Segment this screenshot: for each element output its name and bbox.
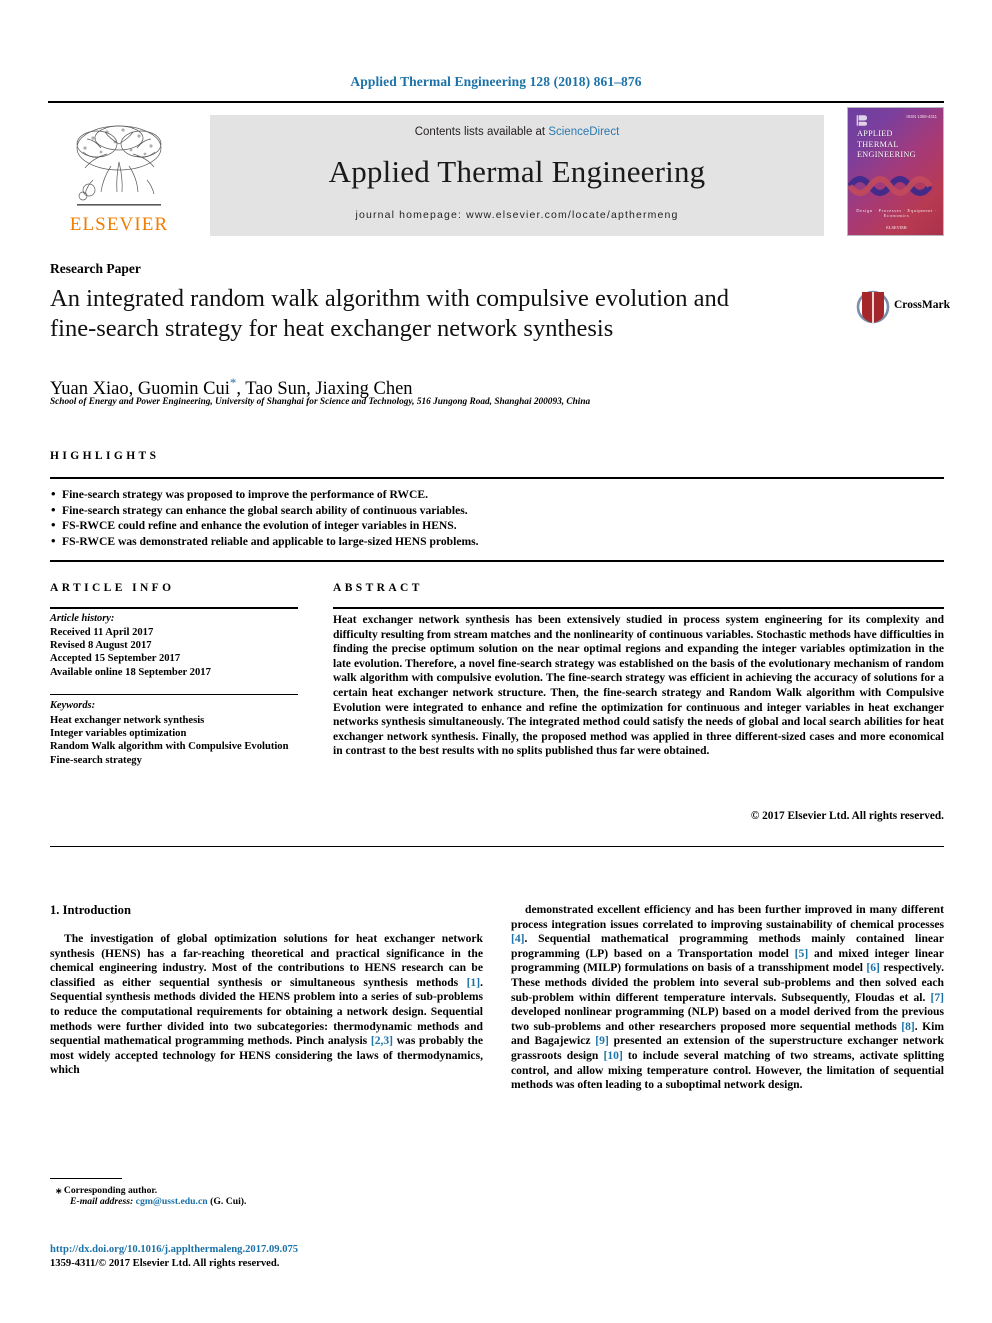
email-link[interactable]: cgm@usst.edu.cn	[136, 1196, 208, 1207]
article-history-list: Received 11 April 2017 Revised 8 August …	[50, 626, 300, 679]
email-owner: (G. Cui).	[210, 1196, 247, 1207]
cover-brand: ELSEVIER	[886, 225, 907, 230]
elsevier-tree-icon	[76, 125, 162, 206]
sciencedirect-link[interactable]: ScienceDirect	[548, 126, 619, 138]
list-item: Fine-search strategy can enhance the glo…	[50, 502, 940, 519]
contents-available-line: Contents lists available at ScienceDirec…	[210, 126, 824, 138]
abstract-text: Heat exchanger network synthesis has bee…	[333, 614, 944, 758]
list-item: Available online 18 September 2017	[50, 666, 211, 678]
body-column-left: The investigation of global optimization…	[50, 932, 483, 1078]
contents-prefix: Contents lists available at	[414, 126, 549, 138]
email-label: E-mail address:	[70, 1196, 134, 1207]
journal-title: Applied Thermal Engineering	[328, 154, 706, 189]
paragraph: demonstrated excellent efficiency and ha…	[511, 903, 944, 1092]
highlights-bottom-rule	[50, 560, 944, 562]
cover-title: APPLIED THERMAL ENGINEERING	[857, 129, 916, 161]
cover-chain-graphic	[848, 176, 933, 196]
highlights-heading: HIGHLIGHTS	[50, 450, 160, 462]
journal-masthead: ELSEVIER Contents lists available at Sci…	[48, 104, 944, 239]
paper-page: Applied Thermal Engineering 128 (2018) 8…	[0, 0, 992, 1323]
footnote-marker: ⁎	[56, 1184, 62, 1196]
cover-elsevier-icon	[856, 115, 868, 126]
list-item: FS-RWCE could refine and enhance the evo…	[50, 517, 940, 534]
cover-tagline: Design · Processes · Equipment · Economi…	[856, 208, 937, 218]
highlights-list: Fine-search strategy was proposed to imp…	[50, 486, 940, 550]
paragraph: The investigation of global optimization…	[50, 932, 483, 1077]
article-history-label: Article history:	[50, 613, 115, 624]
journal-cover-thumbnail[interactable]: ISSN 1359-4311 APPLIED THERMAL ENGINEERI…	[847, 107, 944, 236]
article-info-heading: ARTICLE INFO	[50, 582, 175, 594]
cover-title-line-1: APPLIED	[857, 129, 893, 138]
abstract-bottom-rule	[50, 846, 944, 847]
footnote-corresponding-author: ⁎ Corresponding author.	[56, 1183, 476, 1196]
list-item: Random Walk algorithm with Compulsive Ev…	[50, 741, 289, 753]
list-item: Revised 8 August 2017	[50, 640, 152, 652]
article-info-rule	[50, 607, 298, 609]
list-item: Received 11 April 2017	[50, 627, 154, 638]
journal-homepage-link[interactable]: journal homepage: www.elsevier.com/locat…	[210, 209, 824, 221]
elsevier-wordmark: ELSEVIER	[69, 214, 169, 235]
crossmark-badge[interactable]: CrossMark	[856, 282, 951, 332]
footnote-email: E-mail address: cgm@usst.edu.cn (G. Cui)…	[70, 1196, 500, 1207]
abstract-rule	[333, 607, 944, 609]
list-item: Fine-search strategy	[50, 754, 142, 766]
elsevier-logo[interactable]: ELSEVIER	[60, 110, 178, 234]
paper-type-label: Research Paper	[50, 261, 141, 276]
list-item: Heat exchanger network synthesis	[50, 715, 205, 726]
keywords-list: Heat exchanger network synthesis Integer…	[50, 714, 300, 767]
list-item: Accepted 15 September 2017	[50, 653, 181, 665]
section-title-introduction: 1. Introduction	[50, 903, 131, 917]
footnote-text: Corresponding author.	[63, 1185, 158, 1196]
highlights-rule	[50, 477, 944, 479]
masthead-top-rule	[48, 101, 944, 103]
list-item: FS-RWCE was demonstrated reliable and ap…	[50, 533, 940, 550]
issn-copyright-line: 1359-4311/© 2017 Elsevier Ltd. All right…	[50, 1258, 280, 1269]
affiliation: School of Energy and Power Engineering, …	[50, 397, 591, 407]
list-item: Integer variables optimization	[50, 728, 187, 740]
cover-title-line-3: ENGINEERING	[857, 150, 916, 159]
copyright-line: © 2017 Elsevier Ltd. All rights reserved…	[750, 810, 944, 822]
abstract-heading: ABSTRACT	[333, 582, 423, 594]
cover-title-line-2: THERMAL	[857, 139, 899, 149]
keywords-label: Keywords:	[50, 700, 96, 711]
cover-issue-note: ISSN 1359-4311	[906, 114, 937, 119]
running-head: Applied Thermal Engineering 128 (2018) 8…	[350, 74, 642, 89]
footnote-rule	[50, 1178, 122, 1179]
keywords-rule	[50, 694, 298, 695]
journal-banner: Contents lists available at ScienceDirec…	[210, 115, 824, 236]
body-column-right: demonstrated excellent efficiency and ha…	[511, 903, 944, 1093]
list-item: Fine-search strategy was proposed to imp…	[50, 486, 940, 503]
doi-link[interactable]: http://dx.doi.org/10.1016/j.applthermale…	[50, 1244, 298, 1255]
crossmark-label: CrossMark	[894, 299, 951, 311]
page-title: An integrated random walk algorithm with…	[50, 285, 730, 342]
crossmark-badge-icon	[856, 290, 890, 324]
